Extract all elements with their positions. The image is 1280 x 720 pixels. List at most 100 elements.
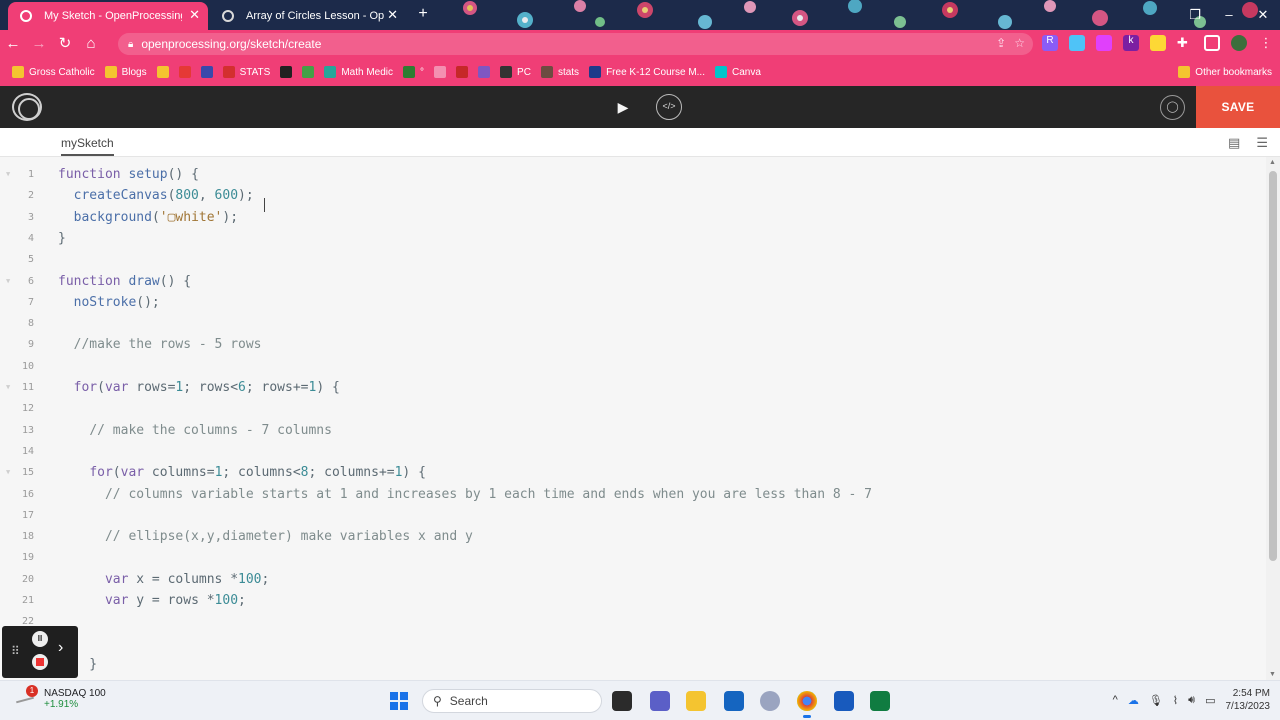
volume-icon[interactable]: 🔊︎ — [1188, 694, 1195, 707]
editor-scrollbar[interactable]: ▲ ▼ — [1266, 157, 1280, 680]
puzzle-icon[interactable]: ✚ — [1177, 35, 1193, 51]
app-word-icon[interactable] — [834, 691, 854, 711]
r-extension-icon[interactable]: R — [1042, 35, 1058, 51]
reload-icon[interactable]: ↻ — [52, 31, 78, 57]
diamond-extension-icon[interactable] — [1069, 35, 1085, 51]
window-close-icon[interactable]: ✕ — [1246, 4, 1280, 26]
scroll-down-icon[interactable]: ▼ — [1269, 671, 1276, 678]
profile-avatar[interactable] — [1231, 35, 1247, 51]
taskbar-search[interactable]: ⚲ Search — [422, 689, 602, 713]
code-line[interactable]: 8 — [0, 313, 1266, 334]
wifi-icon[interactable]: ⌇ — [1173, 694, 1178, 707]
k-extension-icon[interactable]: k — [1123, 35, 1139, 51]
code-line[interactable]: 9 //make the rows - 5 rows — [0, 334, 1266, 355]
home-icon[interactable]: ⌂ — [78, 31, 104, 57]
address-bar[interactable]: 🔒︎ openprocessing.org/sketch/create ⇪ ☆ — [118, 33, 1033, 55]
bookmark-item[interactable]: Canva — [714, 66, 761, 78]
code-line[interactable]: 14 — [0, 441, 1266, 462]
app-excel-icon[interactable] — [870, 691, 890, 711]
menu-icon[interactable]: ⋮ — [1258, 35, 1274, 51]
code-line[interactable]: 12 — [0, 398, 1266, 419]
layout-icon[interactable]: ▤ — [1228, 135, 1240, 151]
share-icon[interactable]: ⇪ — [996, 36, 1006, 50]
user-icon[interactable]: ◯ — [1160, 95, 1185, 120]
bookmark-item[interactable]: PC — [500, 66, 531, 78]
tab-my-sketch[interactable]: My Sketch - OpenProcessing ✕ — [8, 2, 208, 30]
minimize-icon[interactable]: – — [1212, 4, 1246, 26]
chevron-right-icon[interactable]: › — [58, 639, 63, 657]
openprocessing-logo-icon[interactable] — [12, 93, 42, 121]
code-line[interactable]: 23 — [0, 633, 1266, 654]
bookmark-item[interactable] — [200, 66, 213, 78]
drag-handle-icon[interactable]: ⠿ — [11, 644, 20, 658]
other-bookmarks[interactable]: Other bookmarks — [1178, 66, 1272, 78]
bookmark-item[interactable]: Gross Catholic — [12, 66, 95, 78]
bookmark-item[interactable] — [456, 66, 469, 78]
forward-arrow-icon[interactable]: → — [26, 31, 52, 57]
bookmark-item[interactable] — [302, 66, 315, 78]
battery-icon[interactable]: ▭ — [1205, 694, 1215, 707]
code-line[interactable]: 3 background('▢white'); — [0, 207, 1266, 228]
bookmark-item[interactable] — [434, 66, 447, 78]
code-line[interactable]: ▼ 11 for(var rows=1; rows<6; rows+=1) { — [0, 377, 1266, 398]
microphone-icon[interactable]: 🎙︎ — [1149, 694, 1163, 707]
bookmark-item[interactable] — [156, 66, 169, 78]
code-line[interactable]: ▼ 1 function setup() { — [0, 164, 1266, 185]
bookmark-item[interactable]: Free K-12 Course M... — [589, 66, 705, 78]
app-r-icon[interactable] — [760, 691, 780, 711]
code-line[interactable]: 10 — [0, 356, 1266, 377]
restore-icon[interactable]: ❐ — [1178, 4, 1212, 26]
bookmark-item[interactable] — [178, 66, 191, 78]
bookmark-item[interactable]: Math Medic — [324, 66, 393, 78]
scroll-up-icon[interactable]: ▲ — [1269, 159, 1276, 166]
save-button[interactable]: SAVE — [1196, 86, 1280, 128]
windows-start-icon[interactable] — [390, 692, 408, 710]
bookmark-item[interactable]: STATS — [222, 66, 270, 78]
code-line[interactable]: 7 noStroke(); — [0, 292, 1266, 313]
pencil-extension-icon[interactable] — [1150, 35, 1166, 51]
settings-sliders-icon[interactable]: ☰ — [1256, 135, 1268, 151]
code-line[interactable]: ▼ 15 for(var columns=1; columns<8; column… — [0, 462, 1266, 483]
close-icon[interactable]: ✕ — [189, 8, 200, 22]
app-file-explorer-icon[interactable] — [686, 691, 706, 711]
square-extension-icon[interactable] — [1096, 35, 1112, 51]
app-terminal-icon[interactable] — [612, 691, 632, 711]
bookmark-item[interactable] — [280, 66, 293, 78]
scrollbar-thumb[interactable] — [1269, 171, 1277, 561]
file-tab-mysketch[interactable]: mySketch — [61, 136, 114, 156]
bookmark-item[interactable] — [478, 66, 491, 78]
play-icon[interactable]: ▶ — [611, 95, 635, 119]
code-line[interactable]: 24 } — [0, 654, 1266, 675]
code-line[interactable]: 18 // ellipse(x,y,diameter) make variabl… — [0, 526, 1266, 547]
code-icon[interactable]: </> — [656, 94, 682, 120]
onedrive-icon[interactable]: ☁ — [1128, 694, 1139, 707]
sidepanel-icon[interactable] — [1204, 35, 1220, 51]
star-icon[interactable]: ☆ — [1014, 36, 1025, 50]
back-arrow-icon[interactable]: ← — [0, 31, 26, 57]
code-line[interactable]: 2 createCanvas(800, 600); — [0, 185, 1266, 206]
stock-widget[interactable]: 1 NASDAQ 100 +1.91% — [14, 685, 106, 711]
code-editor[interactable]: ▼ 1 function setup() {2 createCanvas(800, … — [0, 157, 1266, 680]
bookmark-item[interactable]: ° — [403, 66, 424, 78]
pause-icon[interactable]: II — [32, 631, 48, 647]
new-tab-button[interactable]: + — [412, 5, 434, 25]
app-store-icon[interactable] — [724, 691, 744, 711]
code-line[interactable]: 20 var x = columns *100; — [0, 569, 1266, 590]
clock[interactable]: 2:54 PM 7/13/2023 — [1226, 687, 1271, 713]
code-line[interactable]: 19 — [0, 547, 1266, 568]
code-line[interactable]: 4} — [0, 228, 1266, 249]
app-chrome-icon[interactable] — [797, 691, 817, 718]
close-icon[interactable]: ✕ — [387, 8, 398, 22]
tab-array-of-circles[interactable]: Array of Circles Lesson - OpenPr ✕ — [210, 2, 406, 30]
code-line[interactable]: 13 // make the columns - 7 columns — [0, 420, 1266, 441]
code-line[interactable]: 5 — [0, 249, 1266, 270]
code-line[interactable]: 22 — [0, 611, 1266, 632]
bookmark-item[interactable]: Blogs — [104, 66, 147, 78]
bookmark-item[interactable]: stats — [540, 66, 579, 78]
code-line[interactable]: ▼ 6 function draw() { — [0, 271, 1266, 292]
stop-record-icon[interactable] — [32, 654, 48, 670]
chevron-up-icon[interactable]: ^ — [1113, 694, 1118, 706]
code-line[interactable]: 21 var y = rows *100; — [0, 590, 1266, 611]
app-teams-icon[interactable] — [650, 691, 670, 711]
code-line[interactable]: 16 // columns variable starts at 1 and i… — [0, 484, 1266, 505]
